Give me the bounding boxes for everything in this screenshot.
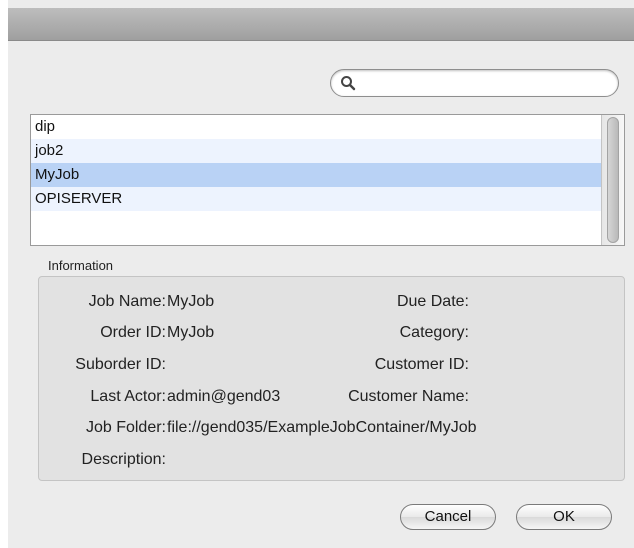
last-actor-value: admin@gend03 xyxy=(167,388,281,405)
order-id-label: Order ID: xyxy=(100,324,166,341)
order-id-value: MyJob xyxy=(167,324,215,341)
ok-button[interactable]: OK xyxy=(516,504,612,530)
description-label: Description: xyxy=(81,451,166,468)
job-list-item-selected[interactable]: MyJob xyxy=(31,163,601,187)
information-panel: Job Name: MyJob Order ID: MyJob Suborder… xyxy=(38,276,625,481)
search-icon xyxy=(341,76,356,91)
customer-id-label: Customer ID: xyxy=(374,356,469,373)
job-list-item[interactable]: dip xyxy=(31,115,601,139)
suborder-id-label: Suborder ID: xyxy=(75,356,166,373)
job-list-item[interactable]: OPISERVER xyxy=(31,187,601,211)
job-name-value: MyJob xyxy=(167,293,215,310)
information-title: Information xyxy=(48,258,114,273)
job-folder-value: file://gend035/ExampleJobContainer/MyJob xyxy=(167,419,477,436)
cancel-button[interactable]: Cancel xyxy=(400,504,496,530)
last-actor-label: Last Actor: xyxy=(90,388,166,405)
job-list-scrollbar[interactable] xyxy=(601,115,624,245)
job-list-item[interactable]: job2 xyxy=(31,139,601,163)
due-date-label: Due Date: xyxy=(396,293,469,310)
job-folder-label: Job Folder: xyxy=(85,419,166,436)
search-input[interactable] xyxy=(361,74,613,94)
search-field[interactable] xyxy=(330,69,619,97)
job-name-label: Job Name: xyxy=(88,293,166,310)
job-list[interactable]: dip job2 MyJob OPISERVER xyxy=(30,114,625,246)
job-dialog: dip job2 MyJob OPISERVER Information Job… xyxy=(8,0,634,548)
category-label: Category: xyxy=(399,324,469,341)
window-titlebar[interactable] xyxy=(8,8,634,41)
customer-name-label: Customer Name: xyxy=(348,388,469,405)
scrollbar-thumb[interactable] xyxy=(607,117,619,243)
